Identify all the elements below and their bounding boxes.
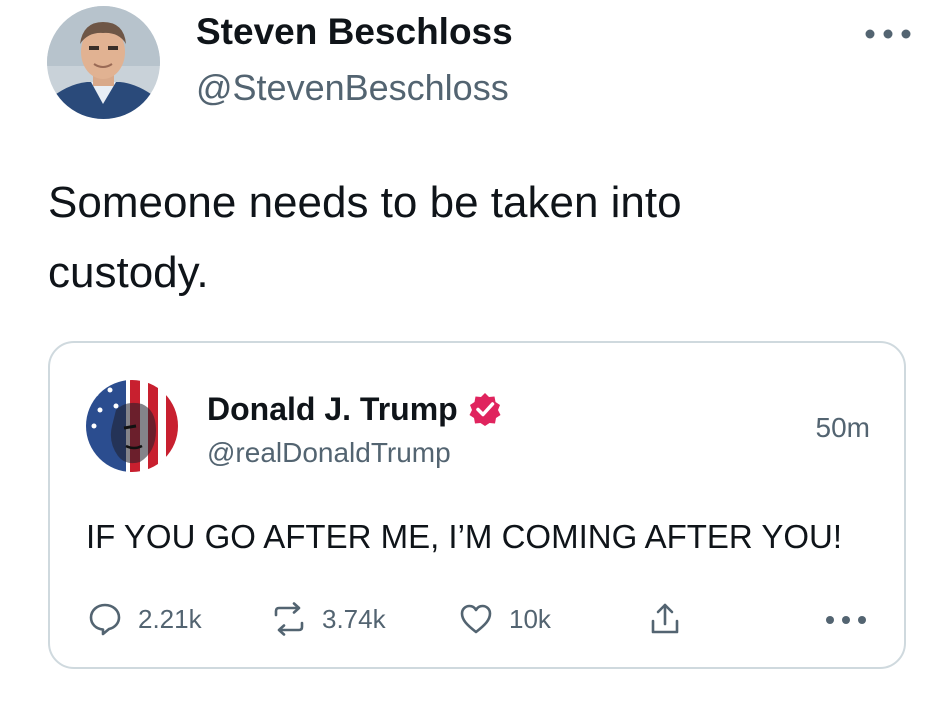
quoted-post-card[interactable]: Donald J. Trump @realDonaldTrump 50m IF …	[48, 341, 906, 669]
repost-button[interactable]: 3.74k	[272, 599, 386, 639]
quoted-author-handle[interactable]: @realDonaldTrump	[207, 436, 451, 470]
reply-button[interactable]: 2.21k	[88, 599, 202, 639]
share-button[interactable]	[648, 599, 682, 639]
repost-count: 3.74k	[322, 604, 386, 634]
author-avatar[interactable]	[47, 6, 160, 119]
more-options-button[interactable]	[864, 24, 912, 44]
like-button[interactable]: 10k	[459, 599, 551, 639]
repost-icon	[274, 602, 304, 636]
quoted-post-timestamp[interactable]: 50m	[816, 411, 870, 445]
quoted-author-avatar[interactable]	[86, 380, 178, 472]
author-name[interactable]: Steven Beschloss	[196, 10, 513, 54]
avatar-image	[47, 6, 160, 119]
like-count: 10k	[509, 604, 551, 634]
quoted-more-options-button[interactable]	[824, 611, 868, 629]
quoted-author-name[interactable]: Donald J. Trump	[207, 389, 458, 429]
verified-badge-icon	[467, 391, 503, 427]
share-icon	[651, 603, 679, 634]
quoted-post-text: IF YOU GO AFTER ME, I’M COMING AFTER YOU…	[86, 518, 843, 555]
reply-icon	[89, 603, 121, 636]
more-horizontal-icon	[826, 616, 866, 624]
quoted-author-name-row: Donald J. Trump	[207, 389, 503, 429]
heart-icon	[460, 604, 492, 634]
reply-count: 2.21k	[138, 604, 202, 634]
more-horizontal-icon	[865, 29, 911, 39]
flag-face-avatar-image	[86, 380, 178, 472]
tweet-text: Someone needs to be taken into custody.	[48, 178, 682, 297]
author-handle[interactable]: @StevenBeschloss	[196, 66, 509, 110]
